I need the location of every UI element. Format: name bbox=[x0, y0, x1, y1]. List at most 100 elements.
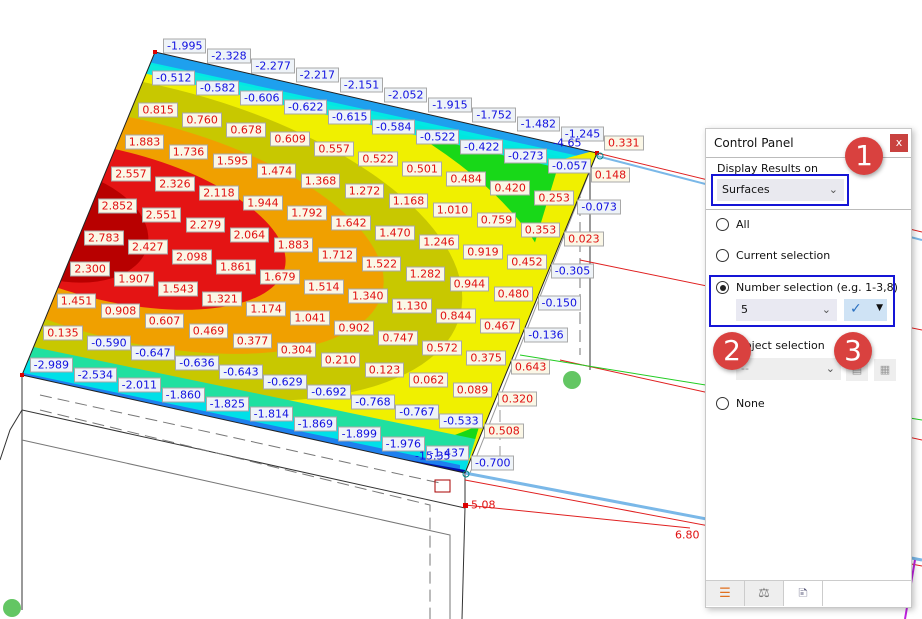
result-value-label: -1.915 bbox=[428, 97, 472, 113]
close-button[interactable]: x bbox=[890, 134, 908, 152]
result-value-label: -0.692 bbox=[307, 384, 351, 400]
result-value-label: 0.944 bbox=[449, 276, 490, 292]
result-value-label: 0.062 bbox=[408, 372, 449, 388]
result-value-label: -0.606 bbox=[240, 90, 284, 106]
result-value-label: 0.331 bbox=[604, 135, 644, 151]
result-value-label: -0.643 bbox=[219, 364, 263, 380]
result-value-label: 1.246 bbox=[419, 234, 459, 250]
result-value-label: 0.919 bbox=[463, 244, 503, 260]
result-value-label: 1.368 bbox=[300, 173, 341, 189]
result-value-label: -1.899 bbox=[337, 426, 382, 442]
radio-none[interactable]: None bbox=[716, 397, 765, 410]
result-value-label: 0.844 bbox=[436, 308, 476, 324]
result-value-label: -1.482 bbox=[516, 116, 561, 132]
result-value-label: 0.467 bbox=[480, 318, 520, 334]
result-value-label: -0.273 bbox=[504, 148, 548, 164]
result-value-label: 0.643 bbox=[510, 359, 551, 375]
result-value-label: 2.326 bbox=[155, 176, 195, 191]
result-value-label: 0.508 bbox=[484, 423, 524, 439]
result-value-label: 0.572 bbox=[422, 340, 462, 356]
result-value-label: -0.615 bbox=[328, 109, 372, 125]
result-value-label: 0.609 bbox=[270, 131, 310, 147]
tab-balance[interactable]: ⚖ bbox=[745, 581, 784, 606]
result-value-label: 2.064 bbox=[229, 227, 270, 243]
result-value-label: 1.272 bbox=[344, 183, 385, 199]
select-multiple-button[interactable]: ▦ bbox=[874, 359, 896, 381]
radio-current-selection[interactable]: Current selection bbox=[716, 249, 830, 262]
highlight-box-2 bbox=[709, 275, 895, 327]
result-value-label: 0.089 bbox=[452, 382, 493, 397]
result-value-label: 1.470 bbox=[375, 225, 415, 240]
result-value-label: 2.098 bbox=[172, 249, 212, 265]
radio-all[interactable]: All bbox=[716, 218, 750, 231]
result-value-label: 0.902 bbox=[334, 320, 374, 336]
result-value-label: 0.747 bbox=[378, 330, 418, 346]
radio-icon bbox=[716, 249, 729, 262]
result-value-label: 1.321 bbox=[202, 291, 242, 307]
result-value-label: 2.852 bbox=[97, 198, 138, 214]
result-value-label: 1.522 bbox=[361, 256, 402, 272]
object-selection-dropdown[interactable]: -- ⌄ bbox=[736, 358, 841, 380]
panel-title: Control Panel bbox=[714, 136, 794, 150]
tab-display-properties[interactable]: 🗈 bbox=[784, 581, 823, 606]
result-value-label: -0.150 bbox=[537, 295, 581, 311]
result-value-label: 0.522 bbox=[358, 151, 398, 167]
result-value-label: -2.151 bbox=[339, 77, 384, 93]
result-value-label: 1.340 bbox=[348, 288, 388, 304]
result-value-label: 0.023 bbox=[564, 231, 604, 247]
radio-icon bbox=[716, 218, 729, 231]
result-value-label: -2.328 bbox=[207, 48, 251, 64]
callout-badge-2: 2 bbox=[713, 332, 751, 370]
display-properties-icon: 🗈 bbox=[798, 586, 808, 601]
result-value-label: -0.522 bbox=[416, 129, 460, 145]
result-value-label: 1.010 bbox=[432, 202, 473, 218]
result-value-label: 2.783 bbox=[84, 230, 124, 245]
result-value-label: 0.469 bbox=[188, 323, 229, 339]
select-multiple-icon: ▦ bbox=[879, 363, 891, 376]
result-value-label: -0.582 bbox=[196, 80, 240, 96]
result-value-label: -1.860 bbox=[161, 387, 206, 402]
result-value-label: 1.907 bbox=[114, 271, 154, 287]
result-value-label: 1.944 bbox=[243, 195, 283, 211]
result-value-label: -0.700 bbox=[471, 455, 515, 471]
result-value-label: 1.712 bbox=[317, 247, 358, 263]
result-value-label: 0.320 bbox=[497, 391, 538, 407]
result-value-label: -0.590 bbox=[87, 335, 131, 351]
result-value-label: -2.011 bbox=[117, 377, 162, 393]
result-value-label: -0.647 bbox=[131, 345, 175, 361]
result-value-label: -0.422 bbox=[460, 139, 504, 155]
color-scale-icon: ☰ bbox=[719, 586, 731, 601]
result-value-label: 0.135 bbox=[43, 325, 83, 341]
result-value-label: -0.767 bbox=[395, 404, 439, 420]
result-value-label: -0.629 bbox=[263, 374, 307, 390]
result-value-label: 0.759 bbox=[476, 212, 517, 228]
result-value-label: 1.595 bbox=[212, 153, 253, 169]
result-value-label: 1.474 bbox=[256, 163, 297, 179]
chevron-down-icon: ⌄ bbox=[825, 362, 835, 375]
result-value-label: 0.452 bbox=[507, 254, 547, 270]
result-value-label: 2.279 bbox=[185, 217, 226, 233]
result-value-label: -0.533 bbox=[439, 413, 483, 429]
result-value-label: 0.501 bbox=[402, 161, 442, 177]
tab-color-scale[interactable]: ☰ bbox=[706, 581, 745, 606]
result-value-label: -0.584 bbox=[372, 119, 416, 135]
result-value-label: 1.543 bbox=[158, 281, 198, 297]
result-value-label: 1.883 bbox=[124, 134, 165, 150]
result-value-label: 0.760 bbox=[182, 112, 222, 128]
result-value-label: -2.052 bbox=[384, 87, 428, 103]
result-value-label: 1.168 bbox=[388, 193, 429, 209]
result-value-label: 2.300 bbox=[70, 261, 110, 277]
panel-tabs: ☰ ⚖ 🗈 bbox=[706, 580, 911, 607]
result-value-label: 2.427 bbox=[128, 239, 168, 255]
result-value-label: -4.65 bbox=[553, 136, 582, 150]
result-value-label: 0.484 bbox=[446, 171, 486, 186]
result-value-label: -0.073 bbox=[577, 199, 621, 215]
result-value-label: 5.08 bbox=[471, 498, 496, 512]
result-value-label: 1.451 bbox=[56, 293, 97, 309]
callout-badge-3: 3 bbox=[834, 332, 872, 370]
result-value-label: -0.305 bbox=[550, 263, 595, 279]
highlight-box-1 bbox=[711, 174, 849, 206]
result-value-label: 1.130 bbox=[392, 298, 432, 314]
result-value-label: -2.217 bbox=[295, 67, 340, 83]
radio-label: None bbox=[736, 397, 765, 410]
